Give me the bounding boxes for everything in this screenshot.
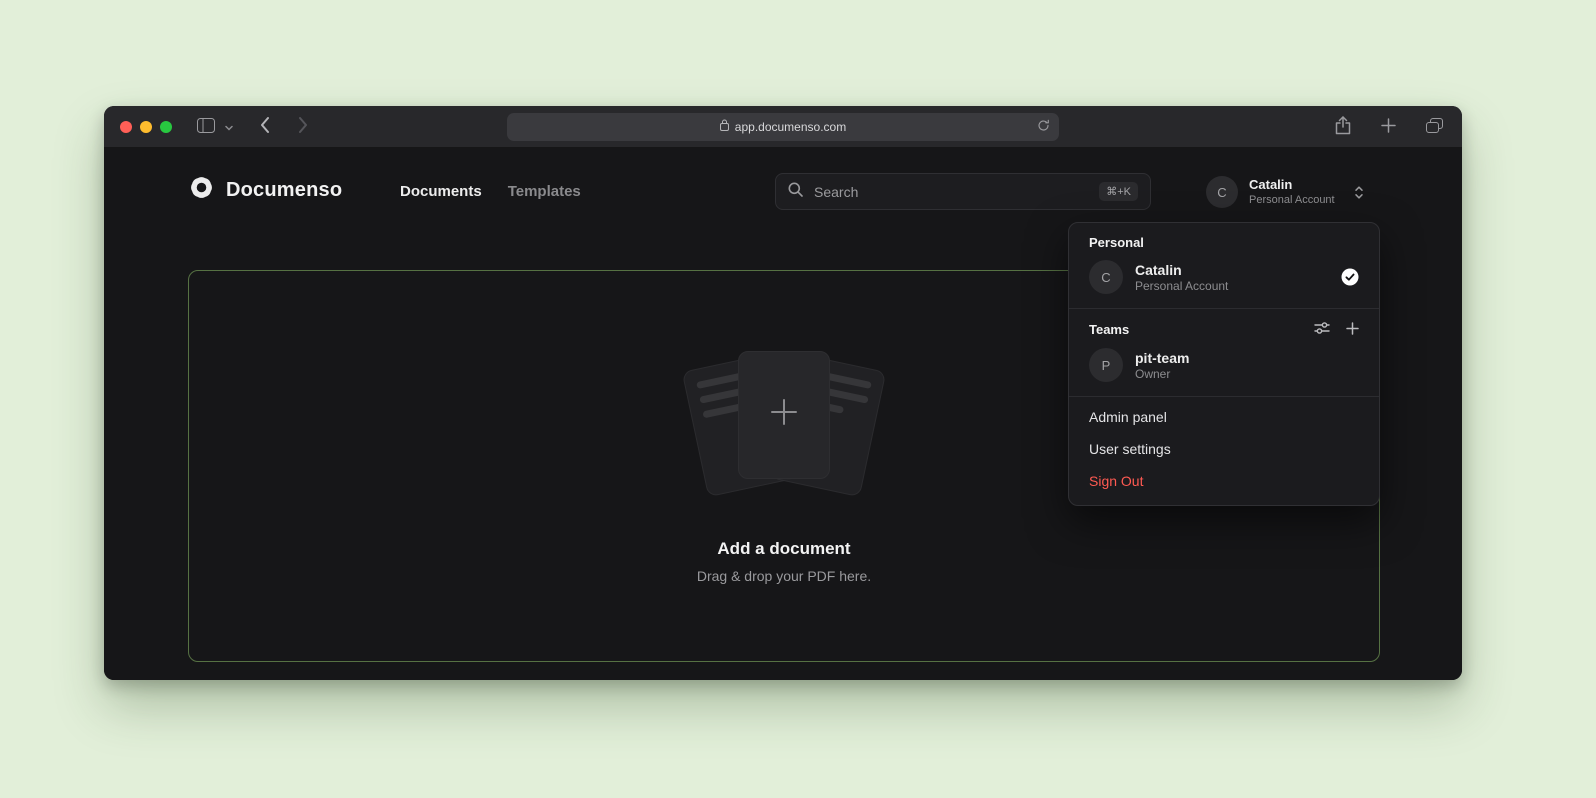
menu-item-sign-out[interactable]: Sign Out [1069, 465, 1379, 497]
browser-window: app.documenso.com [104, 106, 1462, 680]
sidebar-icon [197, 118, 215, 136]
team-text: pit-team Owner [1135, 349, 1189, 382]
sidebar-toggle-button[interactable] [194, 115, 218, 139]
lock-icon [720, 118, 729, 136]
teams-section-header: Teams [1069, 313, 1379, 344]
forward-button[interactable] [295, 113, 312, 140]
teams-section-label: Teams [1089, 322, 1314, 337]
tab-group-chevron-button[interactable] [222, 116, 236, 137]
team-avatar: P [1089, 348, 1123, 382]
search-box[interactable]: ⌘+K [775, 173, 1151, 210]
tabs-icon [1426, 118, 1443, 136]
manage-teams-button[interactable] [1314, 321, 1330, 338]
history-controls [256, 113, 312, 140]
account-menu-button[interactable]: C Catalin Personal Account [1206, 173, 1364, 211]
nav-item-templates[interactable]: Templates [508, 183, 581, 200]
zoom-window-button[interactable] [160, 121, 172, 133]
personal-section-label: Personal [1069, 229, 1379, 256]
menu-divider [1069, 396, 1379, 397]
account-name: Catalin [1249, 177, 1335, 193]
new-tab-button[interactable] [1378, 115, 1399, 139]
back-button[interactable] [256, 113, 273, 140]
reload-icon [1037, 119, 1050, 135]
menu-divider [1069, 308, 1379, 309]
plus-icon [1381, 118, 1396, 136]
account-text: Catalin Personal Account [1249, 177, 1335, 207]
browser-toolbar: app.documenso.com [104, 106, 1462, 148]
search-shortcut-badge: ⌘+K [1099, 182, 1138, 201]
app-content: Documenso Documents Templates ⌘+K C Cata… [104, 148, 1462, 680]
share-button[interactable] [1332, 113, 1354, 141]
team-role: Owner [1135, 367, 1189, 382]
dropzone-subtitle: Drag & drop your PDF here. [697, 568, 871, 584]
url-text: app.documenso.com [735, 120, 846, 134]
documenso-logo-icon [188, 174, 215, 206]
search-input[interactable] [812, 183, 1090, 201]
document-stack-illustration [664, 349, 904, 501]
account-dropdown-menu: Personal C Catalin Personal Account Team… [1068, 222, 1380, 506]
dropzone-title: Add a document [717, 539, 850, 559]
menu-item-user-settings[interactable]: User settings [1069, 433, 1379, 465]
sliders-icon [1314, 321, 1330, 338]
chevron-up-down-icon [1354, 185, 1364, 200]
plus-icon [1346, 322, 1359, 338]
tab-overview-button[interactable] [1423, 115, 1446, 139]
forward-chevron-icon [298, 116, 309, 137]
personal-text: Catalin Personal Account [1135, 261, 1228, 294]
add-plus-icon [767, 395, 801, 434]
brand-logo[interactable]: Documenso [188, 174, 342, 206]
account-avatar: C [1206, 176, 1238, 208]
close-window-button[interactable] [120, 121, 132, 133]
main-nav: Documents Templates [400, 148, 581, 234]
brand-name: Documenso [226, 179, 342, 202]
reload-button[interactable] [1034, 116, 1053, 138]
nav-item-documents[interactable]: Documents [400, 183, 482, 200]
search-icon [788, 182, 803, 202]
menu-item-admin-panel[interactable]: Admin panel [1069, 401, 1379, 433]
personal-account-item[interactable]: C Catalin Personal Account [1069, 256, 1379, 304]
sidebar-controls [194, 115, 236, 139]
chevron-down-icon [225, 119, 233, 134]
document-card-center [738, 351, 830, 479]
traffic-lights [120, 121, 172, 133]
teams-actions [1314, 321, 1359, 338]
account-type: Personal Account [1249, 193, 1335, 207]
address-bar[interactable]: app.documenso.com [507, 113, 1059, 141]
personal-avatar: C [1089, 260, 1123, 294]
back-chevron-icon [259, 116, 270, 137]
toolbar-right-controls [1332, 113, 1446, 141]
share-icon [1335, 116, 1351, 138]
team-item[interactable]: P pit-team Owner [1069, 344, 1379, 392]
team-name: pit-team [1135, 349, 1189, 367]
personal-name: Catalin [1135, 261, 1228, 279]
add-team-button[interactable] [1346, 322, 1359, 338]
personal-type: Personal Account [1135, 279, 1228, 294]
selected-check-icon [1341, 268, 1359, 286]
minimize-window-button[interactable] [140, 121, 152, 133]
